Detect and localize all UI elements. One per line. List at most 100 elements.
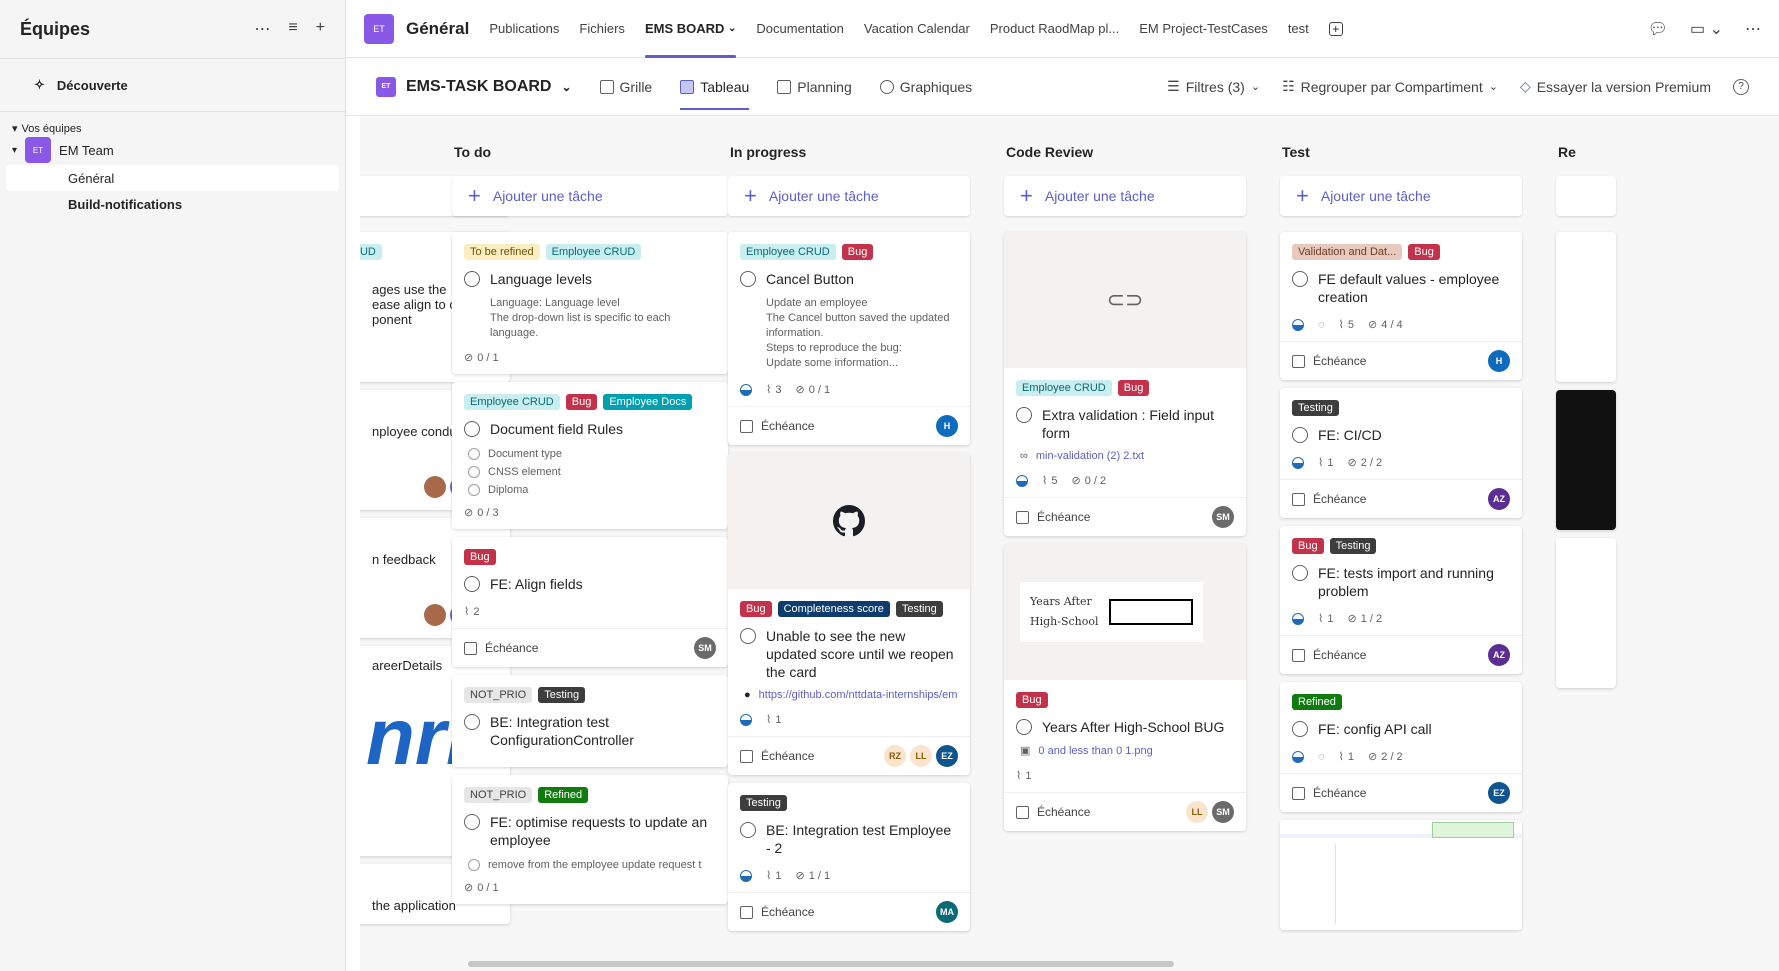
due-date-label[interactable]: Échéance: [1313, 354, 1366, 368]
more-icon[interactable]: ⋯: [1745, 19, 1761, 39]
checklist-checkbox[interactable]: [468, 448, 480, 460]
task-card[interactable]: [1556, 232, 1616, 382]
task-card[interactable]: Bug FE: Align fields ⌇ 2 Échéance SM: [452, 537, 728, 667]
plan-selector[interactable]: ET EMS-TASK BOARD ⌄: [376, 76, 572, 97]
video-icon[interactable]: ▭ ⌄: [1690, 19, 1723, 39]
task-card[interactable]: ⊂⊃ Employee CRUD Bug Extra validation : F…: [1004, 232, 1246, 536]
avatar[interactable]: LL: [1186, 801, 1208, 823]
complete-checkbox[interactable]: [464, 576, 480, 592]
complete-checkbox[interactable]: [1292, 565, 1308, 581]
avatar[interactable]: EZ: [1488, 782, 1510, 804]
attachment-link[interactable]: ▣ 0 and less than 0 1.png: [1020, 744, 1234, 758]
tab-product-roadmap[interactable]: Product RaodMap pl...: [990, 0, 1119, 58]
avatar[interactable]: LL: [910, 745, 932, 767]
complete-checkbox[interactable]: [1292, 271, 1308, 287]
task-card[interactable]: [1556, 390, 1616, 530]
add-task-button[interactable]: + Ajouter une tâche: [728, 176, 970, 216]
task-card[interactable]: Employee CRUD Bug Employee Docs Document f…: [452, 382, 728, 529]
checklist-count: ⊘ 1 / 2: [1348, 612, 1383, 626]
view-charts[interactable]: Graphiques: [879, 58, 972, 116]
task-card[interactable]: Refined FE: config API call ◌ ⌇ 1 ⊘ 2 / 2 Éc…: [1280, 682, 1522, 812]
link-icon: ⊂⊃: [1106, 287, 1144, 312]
avatar[interactable]: RZ: [884, 745, 906, 767]
complete-checkbox[interactable]: [464, 814, 480, 830]
channel-build-notifications[interactable]: Build-notifications: [6, 191, 339, 217]
your-teams-section[interactable]: ▾ Vos équipes: [0, 112, 345, 136]
checklist-checkbox[interactable]: [468, 859, 480, 871]
due-date-label[interactable]: Échéance: [1313, 492, 1366, 506]
complete-checkbox[interactable]: [740, 628, 756, 644]
tab-ems-board[interactable]: EMS BOARD ⌄: [644, 0, 737, 58]
group-by-button[interactable]: ☷ Regrouper par Compartiment ⌄: [1282, 78, 1498, 95]
complete-checkbox[interactable]: [1292, 721, 1308, 737]
due-date-label[interactable]: Échéance: [485, 641, 538, 655]
complete-checkbox[interactable]: [1016, 719, 1032, 735]
filters-button[interactable]: ☰ Filtres (3) ⌄: [1167, 78, 1260, 95]
tab-test[interactable]: test: [1288, 0, 1309, 58]
avatar[interactable]: AZ: [1488, 488, 1510, 510]
task-card[interactable]: Validation and Dat... Bug FE default valu…: [1280, 232, 1522, 380]
task-card[interactable]: [1280, 820, 1522, 930]
tab-files[interactable]: Fichiers: [579, 0, 625, 58]
due-date-label[interactable]: Échéance: [1037, 510, 1090, 524]
tab-testcases[interactable]: EM Project-TestCases: [1139, 0, 1268, 58]
checklist-item: CNSS element: [488, 466, 561, 478]
checklist-checkbox[interactable]: [468, 466, 480, 478]
channel-general[interactable]: Général: [6, 165, 339, 191]
chat-icon[interactable]: 💬︎: [1648, 19, 1668, 39]
task-card[interactable]: Employee CRUD Bug Cancel Button Update an…: [728, 232, 970, 445]
due-date-label[interactable]: Échéance: [761, 419, 814, 433]
add-task-button[interactable]: + Ajouter une tâche: [1004, 176, 1246, 216]
filter-icon[interactable]: ≡: [288, 19, 297, 39]
due-date-label[interactable]: Échéance: [1037, 805, 1090, 819]
task-card[interactable]: Bug Completeness score Testing Unable to s…: [728, 453, 970, 775]
due-date-label[interactable]: Échéance: [1313, 648, 1366, 662]
complete-checkbox[interactable]: [464, 421, 480, 437]
complete-checkbox[interactable]: [1292, 427, 1308, 443]
avatar[interactable]: H: [936, 415, 958, 437]
discover-link[interactable]: ✧ Découverte: [0, 59, 345, 111]
tab-publications[interactable]: Publications: [489, 0, 559, 58]
premium-button[interactable]: ◇ Essayer la version Premium: [1520, 78, 1711, 95]
task-card[interactable]: [1556, 538, 1616, 688]
attachment-link[interactable]: ∞ min-validation (2) 2.txt: [1020, 450, 1234, 462]
view-board[interactable]: Tableau: [680, 58, 750, 116]
add-task-button[interactable]: + Ajouter une tâche: [452, 176, 728, 216]
task-card[interactable]: Bug Testing FE: tests import and running …: [1280, 526, 1522, 674]
attachment-link[interactable]: ● https://github.com/nttdata-internships/…: [744, 689, 958, 701]
plus-icon[interactable]: +: [316, 19, 325, 39]
more-icon[interactable]: ⋯: [254, 19, 270, 39]
tab-documentation[interactable]: Documentation: [756, 0, 843, 58]
avatar[interactable]: H: [1488, 350, 1510, 372]
view-schedule[interactable]: Planning: [777, 58, 852, 116]
help-icon[interactable]: ?: [1733, 78, 1749, 95]
complete-checkbox[interactable]: [1016, 407, 1032, 423]
add-tab-icon[interactable]: +: [1328, 21, 1343, 36]
task-card[interactable]: Testing FE: CI/CD ⌇ 1 ⊘ 2 / 2 Échéance AZ: [1280, 388, 1522, 518]
avatar[interactable]: SM: [1212, 801, 1234, 823]
checklist-checkbox[interactable]: [468, 484, 480, 496]
add-task-button[interactable]: + Ajouter une tâche: [1280, 176, 1522, 216]
task-card[interactable]: NOT_PRIO Testing BE: Integration test Con…: [452, 675, 728, 767]
task-card[interactable]: Testing BE: Integration test Employee - …: [728, 783, 970, 931]
avatar[interactable]: EZ: [936, 745, 958, 767]
due-date-label[interactable]: Échéance: [1313, 786, 1366, 800]
avatar[interactable]: MA: [936, 901, 958, 923]
avatar[interactable]: AZ: [1488, 644, 1510, 666]
task-card[interactable]: To be refined Employee CRUD Language leve…: [452, 232, 728, 374]
team-em[interactable]: ▾ ET EM Team: [0, 135, 345, 165]
tab-vacation-calendar[interactable]: Vacation Calendar: [864, 0, 970, 58]
due-date-label[interactable]: Échéance: [761, 905, 814, 919]
horizontal-scrollbar[interactable]: [468, 961, 1174, 967]
avatar[interactable]: SM: [1212, 506, 1234, 528]
add-task-button[interactable]: [1556, 176, 1616, 216]
task-card[interactable]: NOT_PRIO Refined FE: optimise requests to…: [452, 775, 728, 904]
avatar[interactable]: SM: [694, 637, 716, 659]
complete-checkbox[interactable]: [740, 822, 756, 838]
due-date-label[interactable]: Échéance: [761, 749, 814, 763]
complete-checkbox[interactable]: [464, 271, 480, 287]
view-grid[interactable]: Grille: [599, 58, 652, 116]
task-card[interactable]: Years After High-School Bug Years After H…: [1004, 544, 1246, 831]
complete-checkbox[interactable]: [740, 271, 756, 287]
complete-checkbox[interactable]: [464, 714, 480, 730]
